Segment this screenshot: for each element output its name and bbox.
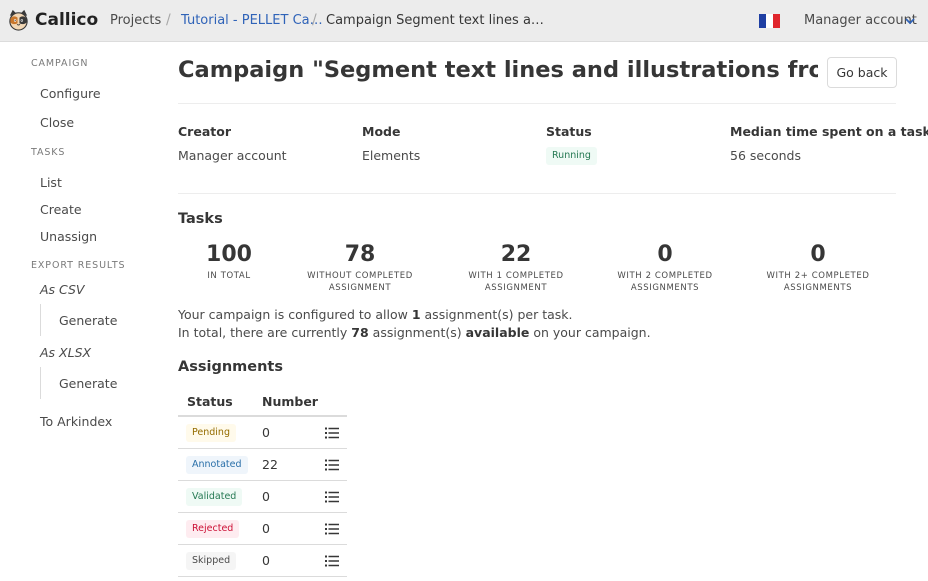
brand-name: Callico <box>35 9 99 30</box>
stat-total: 100 IN TOTAL <box>159 243 299 282</box>
sidebar-item-as-csv: As CSV <box>40 282 85 297</box>
status-tag-skipped: Skipped <box>186 552 237 570</box>
sidebar-item-close[interactable]: Close <box>40 115 74 130</box>
stat-number: 0 <box>810 242 826 267</box>
stat-number: 78 <box>344 242 376 267</box>
divider <box>178 193 896 194</box>
assignments-per-task-text: Your campaign is configured to allow 1 a… <box>178 307 573 322</box>
divider <box>178 103 896 104</box>
stat-with-2-completed: 0 WITH 2 COMPLETED ASSIGNMENTS <box>595 243 735 294</box>
column-header-number: Number <box>262 394 318 409</box>
status-tag-annotated: Annotated <box>186 456 248 474</box>
list-icon[interactable] <box>325 427 339 439</box>
table-row: Annotated 22 <box>178 449 347 481</box>
stat-without-completed: 78 WITHOUT COMPLETED ASSIGNMENT <box>290 243 430 294</box>
creator-label: Creator <box>178 124 231 139</box>
assignment-count: 0 <box>262 521 270 536</box>
status-tag-validated: Validated <box>186 488 243 506</box>
assignment-count: 0 <box>262 425 270 440</box>
breadcrumb-projects[interactable]: Projects <box>110 13 161 28</box>
sidebar-item-configure[interactable]: Configure <box>40 86 101 101</box>
assignment-count: 22 <box>262 457 278 472</box>
status-badge: Running <box>546 147 597 165</box>
sidebar-item-generate-xlsx[interactable]: Generate <box>59 376 117 391</box>
top-navbar: Callico Projects / Tutorial - PELLET Ca…… <box>0 0 928 42</box>
chevron-down-icon[interactable] <box>904 16 916 26</box>
sidebar-item-generate-csv[interactable]: Generate <box>59 313 117 328</box>
stat-label: IN TOTAL <box>207 271 251 281</box>
list-icon[interactable] <box>325 459 339 471</box>
stat-with-2plus-completed: 0 WITH 2+ COMPLETED ASSIGNMENTS <box>748 243 888 294</box>
available-assignments-text: In total, there are currently 78 assignm… <box>178 325 651 340</box>
brand-link[interactable]: Callico <box>7 8 98 31</box>
menu-label-tasks: TASKS <box>31 147 66 158</box>
list-icon[interactable] <box>325 523 339 535</box>
tasks-section-title: Tasks <box>178 211 223 227</box>
table-row: Validated 0 <box>178 481 347 513</box>
sidebar-item-unassign[interactable]: Unassign <box>40 229 97 244</box>
table-row: Skipped 0 <box>178 545 347 577</box>
status-tag-rejected: Rejected <box>186 520 240 538</box>
stat-number: 0 <box>657 242 673 267</box>
column-header-status: Status <box>187 394 233 409</box>
mode-value: Elements <box>362 148 421 163</box>
breadcrumb-separator: / <box>166 12 171 28</box>
median-time-value: 56 seconds <box>730 148 801 163</box>
sidebar: CAMPAIGN Configure Close TASKS List Crea… <box>0 42 160 581</box>
status-tag-pending: Pending <box>186 424 236 442</box>
median-time-label: Median time spent on a task <box>730 124 928 139</box>
callico-logo-icon <box>9 9 28 31</box>
stat-label: WITH 1 COMPLETED ASSIGNMENT <box>468 271 564 293</box>
sidebar-item-create[interactable]: Create <box>40 202 82 217</box>
stat-label: WITH 2+ COMPLETED ASSIGNMENTS <box>766 271 870 293</box>
breadcrumb-project[interactable]: Tutorial - PELLET Ca… <box>181 13 323 28</box>
sidebar-item-to-arkindex[interactable]: To Arkindex <box>40 414 112 429</box>
sidebar-item-as-xlsx: As XLSX <box>40 345 92 360</box>
stat-number: 22 <box>500 242 532 267</box>
assignments-section-title: Assignments <box>178 359 283 375</box>
breadcrumb-campaign: Campaign Segment text lines a… <box>326 13 544 28</box>
assignment-count: 0 <box>262 553 270 568</box>
breadcrumb-separator: / <box>312 12 317 28</box>
assignment-count: 0 <box>262 489 270 504</box>
submenu-divider <box>40 367 41 399</box>
go-back-button[interactable]: Go back <box>827 57 897 88</box>
account-menu[interactable]: Manager account <box>804 13 917 28</box>
list-icon[interactable] <box>325 491 339 503</box>
stat-with-1-completed: 22 WITH 1 COMPLETED ASSIGNMENT <box>446 243 586 294</box>
stat-label: WITH 2 COMPLETED ASSIGNMENTS <box>617 271 713 293</box>
mode-label: Mode <box>362 124 401 139</box>
stat-number: 100 <box>206 242 252 267</box>
menu-label-campaign: CAMPAIGN <box>31 58 89 69</box>
french-flag-icon[interactable] <box>759 14 780 28</box>
page-title: Campaign "Segment text lines and illustr… <box>178 57 818 83</box>
sidebar-item-list[interactable]: List <box>40 175 62 190</box>
list-icon[interactable] <box>325 555 339 567</box>
menu-label-export: EXPORT RESULTS <box>31 260 126 271</box>
table-row: Pending 0 <box>178 417 347 449</box>
status-label: Status <box>546 124 592 139</box>
stat-label: WITHOUT COMPLETED ASSIGNMENT <box>307 271 413 293</box>
table-row: Rejected 0 <box>178 513 347 545</box>
submenu-divider <box>40 304 41 336</box>
creator-value: Manager account <box>178 148 287 163</box>
